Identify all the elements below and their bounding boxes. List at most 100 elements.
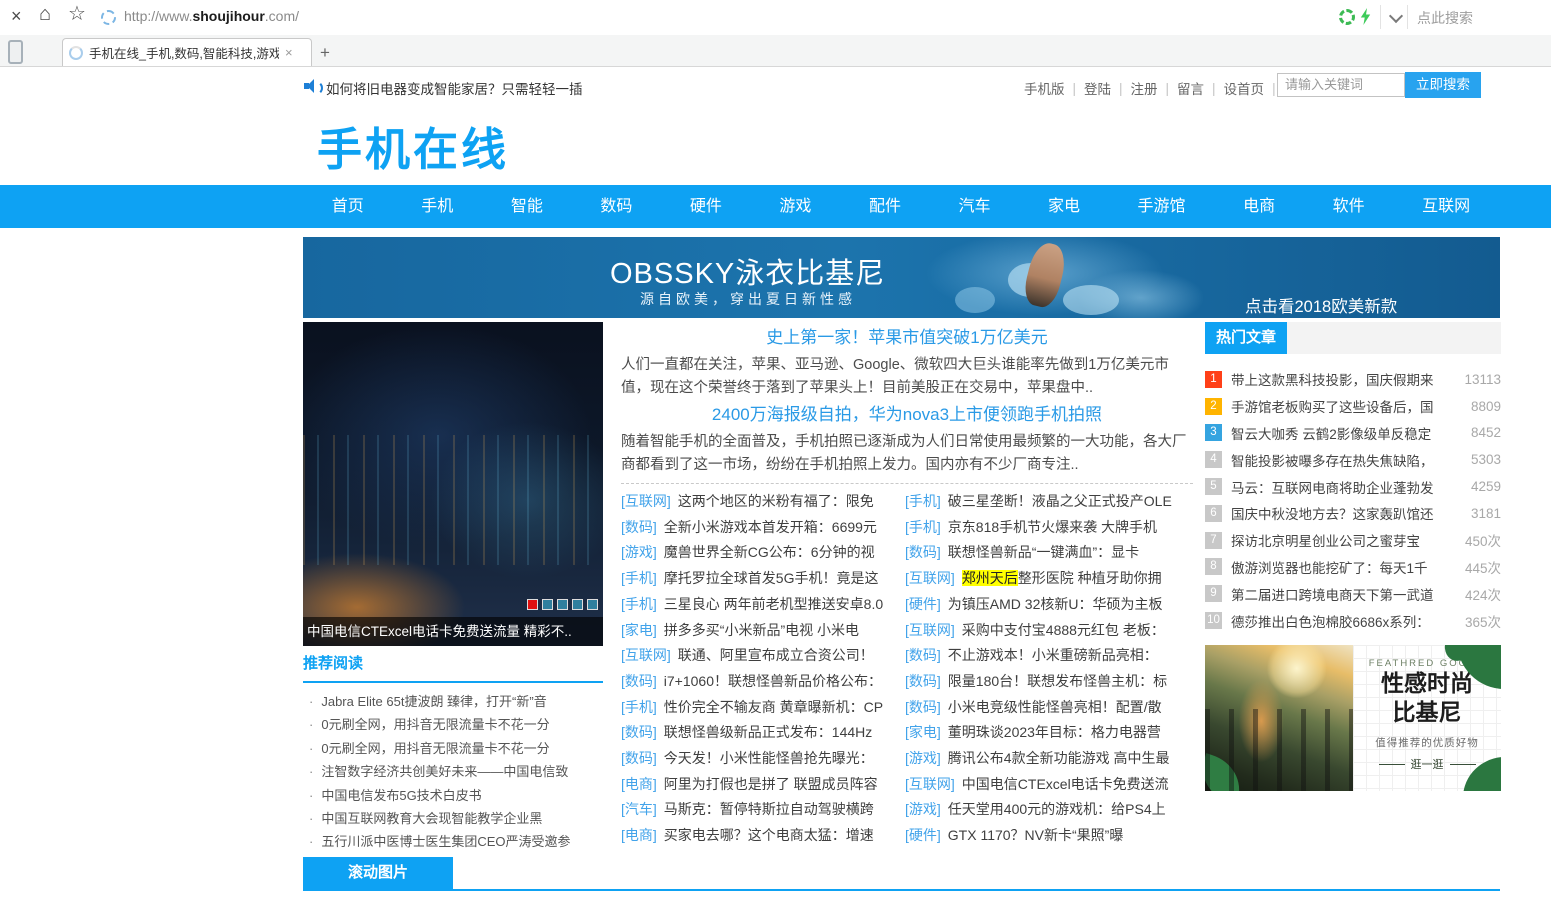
tab-close-icon[interactable]: × bbox=[285, 45, 293, 60]
bookmark-star-icon[interactable]: ☆ bbox=[68, 5, 86, 23]
news-category-tag[interactable]: [硬件] bbox=[905, 596, 941, 612]
news-category-tag[interactable]: [数码] bbox=[905, 647, 941, 663]
close-window-icon[interactable]: × bbox=[11, 7, 22, 25]
news-category-tag[interactable]: [游戏] bbox=[905, 801, 941, 817]
news-row[interactable]: [手机]破三星垄断！液晶之父正式投产OLE bbox=[905, 489, 1193, 515]
new-tab-button[interactable]: + bbox=[320, 43, 330, 63]
recommend-item[interactable]: ·五行川派中医博士医生集团CEO严涛受邀参 bbox=[303, 830, 603, 853]
hot-article-row[interactable]: 10德莎推出白色泡棉胶6686x系列：365次 bbox=[1205, 607, 1501, 634]
news-category-tag[interactable]: [游戏] bbox=[905, 750, 941, 766]
header-link[interactable]: 设首页 bbox=[1224, 78, 1265, 98]
news-category-tag[interactable]: [家电] bbox=[905, 724, 941, 740]
news-row[interactable]: [硬件]为镇压AMD 32核新U：华硕为主板 bbox=[905, 592, 1193, 618]
news-row[interactable]: [手机]三星良心 两年前老机型推送安卓8.0 bbox=[621, 592, 899, 618]
nav-item[interactable]: 软件 bbox=[1323, 185, 1375, 228]
news-category-tag[interactable]: [电商] bbox=[621, 827, 657, 843]
recommend-item[interactable]: ·Jabra Elite 65t捷波朗 臻律，打开“新”音 bbox=[303, 690, 603, 713]
news-row[interactable]: [汽车]马斯克：暂停特斯拉自动驾驶横跨 bbox=[621, 797, 899, 823]
hot-article-row[interactable]: 7探访北京明星创业公司之蜜芽宝450次 bbox=[1205, 527, 1501, 554]
slider-dot[interactable] bbox=[587, 599, 598, 610]
recommend-item[interactable]: ·注智数字经济共创美好未来——中国电信致 bbox=[303, 760, 603, 783]
chevron-down-icon[interactable] bbox=[1389, 9, 1403, 23]
news-row[interactable]: [电商]阿里为打假也是拼了 联盟成员阵容 bbox=[621, 772, 899, 798]
news-category-tag[interactable]: [数码] bbox=[905, 673, 941, 689]
slider-dot[interactable] bbox=[557, 599, 568, 610]
site-logo[interactable]: 手机在线 bbox=[317, 113, 509, 178]
hot-article-row[interactable]: 3智云大咖秀 云鹤2影像级单反稳定8452 bbox=[1205, 420, 1501, 447]
mobile-view-icon[interactable] bbox=[8, 40, 23, 64]
news-category-tag[interactable]: [数码] bbox=[621, 750, 657, 766]
banner-ad[interactable]: OBSSKY泳衣比基尼 源自欧美，穿出夏日新性感 点击看2018欧美新款 bbox=[303, 237, 1500, 318]
news-row[interactable]: [家电]拼多多买“小米新品”电视 小米电 bbox=[621, 618, 899, 644]
news-category-tag[interactable]: [互联网] bbox=[905, 776, 955, 792]
announcement-link[interactable]: 如何将旧电器变成智能家居？只需轻轻一插 bbox=[326, 78, 583, 98]
slider-dot[interactable] bbox=[542, 599, 553, 610]
hot-article-row[interactable]: 6国庆中秋没地方去？这家轰趴馆还3181 bbox=[1205, 500, 1501, 527]
news-row[interactable]: [互联网]中国电信CTExcel电话卡免费送流 bbox=[905, 772, 1193, 798]
browser-tab[interactable]: 手机在线_手机,数码,智能科技,游戏 × bbox=[62, 38, 312, 66]
home-icon[interactable]: ⌂ bbox=[39, 5, 51, 23]
nav-item[interactable]: 手游馆 bbox=[1128, 185, 1196, 228]
news-category-tag[interactable]: [手机] bbox=[621, 699, 657, 715]
header-link[interactable]: 手机版 bbox=[1024, 78, 1065, 98]
photo-slider[interactable]: 中国电信CTExcel电话卡免费送流量 精彩不.. bbox=[303, 322, 603, 646]
news-category-tag[interactable]: [手机] bbox=[905, 493, 941, 509]
news-row[interactable]: [数码]联想怪兽新品“一键满血”：显卡 bbox=[905, 540, 1193, 566]
header-link[interactable]: 留言 bbox=[1177, 78, 1204, 98]
news-row[interactable]: [手机]摩托罗拉全球首发5G手机！竟是这 bbox=[621, 566, 899, 592]
news-row[interactable]: [游戏]腾讯公布4款全新功能游戏 高中生最 bbox=[905, 746, 1193, 772]
hot-article-row[interactable]: 9第二届进口跨境电商天下第一武道424次 bbox=[1205, 580, 1501, 607]
header-link[interactable]: 登陆 bbox=[1084, 78, 1111, 98]
news-category-tag[interactable]: [互联网] bbox=[905, 570, 955, 586]
lightning-boost-icon[interactable] bbox=[1359, 8, 1372, 25]
news-category-tag[interactable]: [互联网] bbox=[621, 647, 671, 663]
news-row[interactable]: [游戏]任天堂用400元的游戏机：给PS4上 bbox=[905, 797, 1193, 823]
address-bar[interactable]: http://www.shoujihour.com/ bbox=[124, 8, 299, 24]
slider-dot[interactable] bbox=[527, 599, 538, 610]
ad-cta[interactable]: 逛一逛 bbox=[1411, 756, 1444, 772]
news-category-tag[interactable]: [数码] bbox=[621, 724, 657, 740]
nav-item[interactable]: 手机 bbox=[411, 185, 463, 228]
news-row[interactable]: [游戏]魔兽世界全新CG公布：6分钟的视 bbox=[621, 540, 899, 566]
nav-item[interactable]: 配件 bbox=[859, 185, 911, 228]
hot-article-row[interactable]: 1带上这款黑科技投影，国庆假期来13113 bbox=[1205, 366, 1501, 393]
hot-article-row[interactable]: 5马云：互联网电商将助企业蓬勃发4259 bbox=[1205, 473, 1501, 500]
news-category-tag[interactable]: [汽车] bbox=[621, 801, 657, 817]
nav-item[interactable]: 家电 bbox=[1038, 185, 1090, 228]
news-row[interactable]: [数码]全新小米游戏本首发开箱：6699元 bbox=[621, 515, 899, 541]
recommend-item[interactable]: ·0元刷全网，用抖音无限流量卡不花一分 bbox=[303, 737, 603, 760]
hot-articles-title[interactable]: 热门文章 bbox=[1205, 322, 1287, 354]
nav-item[interactable]: 电商 bbox=[1233, 185, 1285, 228]
slider-dot[interactable] bbox=[572, 599, 583, 610]
banner-cta[interactable]: 点击看2018欧美新款 bbox=[1245, 293, 1397, 317]
toolbar-search-input[interactable]: 点此搜索 bbox=[1417, 8, 1473, 28]
hot-article-row[interactable]: 8傲游浏览器也能挖矿了：每天1千445次 bbox=[1205, 554, 1501, 581]
hot-article-row[interactable]: 4智能投影被曝多存在热失焦缺陷，5303 bbox=[1205, 446, 1501, 473]
news-category-tag[interactable]: [游戏] bbox=[621, 544, 657, 560]
news-row[interactable]: [数码]小米电竞级性能怪兽亮相！配置/散 bbox=[905, 695, 1193, 721]
news-category-tag[interactable]: [手机] bbox=[905, 519, 941, 535]
nav-item[interactable]: 首页 bbox=[322, 185, 374, 228]
nav-item[interactable]: 智能 bbox=[501, 185, 553, 228]
news-row[interactable]: [数码]限量180台！联想发布怪兽主机：标 bbox=[905, 669, 1193, 695]
recommend-item[interactable]: ·0元刷全网，用抖音无限流量卡不花一分 bbox=[303, 713, 603, 736]
recommend-item[interactable]: ·中国电信发布5G技术白皮书 bbox=[303, 784, 603, 807]
news-row[interactable]: [硬件]GTX 1170？NV新卡“果照”曝 bbox=[905, 823, 1193, 849]
recommend-item[interactable]: ·中国互联网教育大会现智能教学企业黑 bbox=[303, 807, 603, 830]
featured-headline[interactable]: 史上第一家！苹果市值突破1万亿美元 bbox=[621, 328, 1193, 348]
news-category-tag[interactable]: [互联网] bbox=[621, 493, 671, 509]
news-category-tag[interactable]: [数码] bbox=[621, 673, 657, 689]
news-category-tag[interactable]: [数码] bbox=[905, 544, 941, 560]
news-row[interactable]: [互联网]这两个地区的米粉有福了：限免 bbox=[621, 489, 899, 515]
extension-aperture-icon[interactable] bbox=[1339, 9, 1355, 25]
news-category-tag[interactable]: [数码] bbox=[621, 519, 657, 535]
news-row[interactable]: [手机]京东818手机节火爆来袭 大牌手机 bbox=[905, 515, 1193, 541]
news-category-tag[interactable]: [手机] bbox=[621, 570, 657, 586]
nav-item[interactable]: 汽车 bbox=[948, 185, 1000, 228]
news-category-tag[interactable]: [互联网] bbox=[905, 622, 955, 638]
news-category-tag[interactable]: [手机] bbox=[621, 596, 657, 612]
news-row[interactable]: [电商]买家电去哪？这个电商太猛：增速 bbox=[621, 823, 899, 849]
nav-item[interactable]: 硬件 bbox=[680, 185, 732, 228]
nav-item[interactable]: 数码 bbox=[590, 185, 642, 228]
news-row[interactable]: [数码]不止游戏本！小米重磅新品亮相： bbox=[905, 643, 1193, 669]
